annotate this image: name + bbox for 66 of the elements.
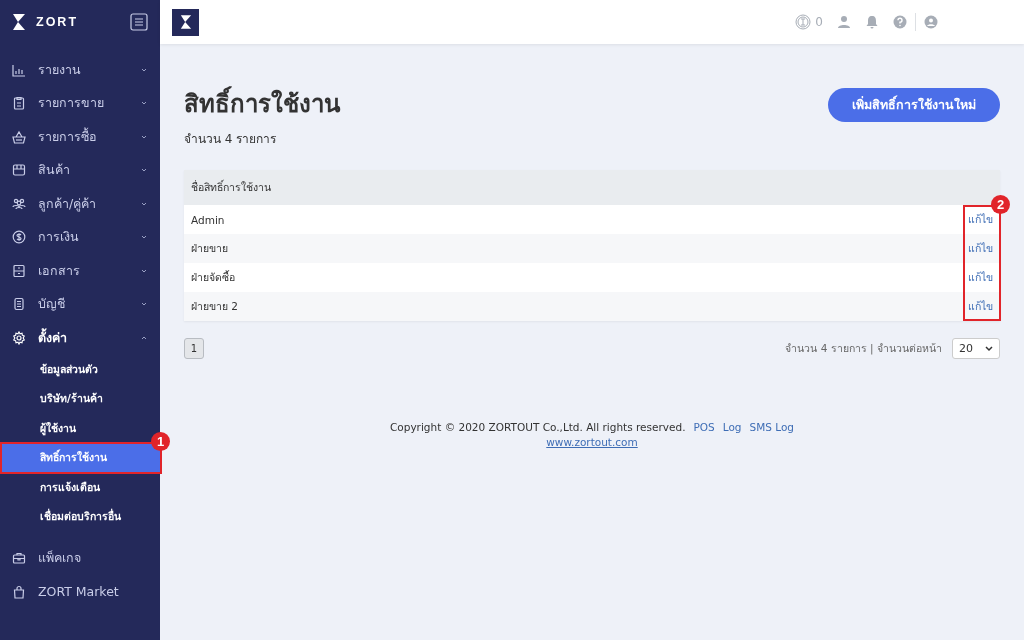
submenu-item[interactable]: บริษัท/ร้านค้า [0,384,160,414]
chevron-down-icon [140,133,148,140]
chevron-up-icon [140,334,148,341]
edit-link[interactable]: แก้ไข [968,240,993,257]
shopping-bag-icon [12,584,26,599]
add-permission-button[interactable]: เพิ่มสิทธิ์การใช้งานใหม่ [828,88,1000,122]
ledger-icon [12,297,26,312]
chevron-down-icon [140,100,148,107]
sidebar-item[interactable]: เอกสาร [0,254,160,288]
submenu-item[interactable]: การแจ้งเตือน [0,472,160,502]
chevron-down-icon [140,200,148,207]
people-icon [12,196,26,211]
footer-link[interactable]: SMS Log [749,421,794,433]
sidebar-item[interactable]: แพ็คเกจ [0,541,160,575]
chevron-down-icon [140,234,148,241]
sidebar-item[interactable]: รายงาน [0,53,160,87]
chevron-down-icon [140,267,148,274]
brand-name: ZORT [36,15,80,29]
sidebar-item[interactable]: บัญชี [0,287,160,321]
page-button[interactable]: 1 [184,338,204,359]
caret-icon [985,345,993,352]
logo-icon [12,13,26,31]
cabinet-icon [12,263,26,278]
table-cell-text: ฝ่ายขาย [191,241,229,256]
sidebar-item[interactable]: ZORT Market [0,575,160,609]
menu-icon[interactable] [130,13,148,31]
copyright-text: Copyright © 2020 ZORTOUT Co.,Ltd. All rights reserved. [390,421,686,433]
basket-icon [12,129,26,144]
chevron-down-icon [140,66,148,73]
edit-link[interactable]: แก้ไข [968,269,993,286]
coin-count: 0 [815,15,823,29]
bar-chart-icon [12,62,26,77]
per-page-select[interactable]: 20 [952,338,1000,359]
clipboard-icon [12,96,26,111]
coin-icon[interactable] [795,14,812,30]
pagination-summary: จำนวน 4 รายการ | จำนวนต่อหน้า [785,341,942,357]
table-cell-text: Admin [191,213,226,226]
footer-link[interactable]: Log [722,421,742,433]
sidebar-item[interactable]: ลูกค้า/คู่ค้า [0,187,160,221]
sidebar-item[interactable]: สินค้า [0,153,160,187]
chevron-down-icon [140,167,148,174]
table-cell-text: ฝ่ายขาย 2 [191,299,240,314]
chevron-down-icon [140,301,148,308]
help-icon[interactable] [893,15,907,29]
submenu-item[interactable]: ข้อมูลส่วนตัว [0,354,160,384]
briefcase-icon [12,551,26,566]
bell-icon[interactable] [865,15,879,29]
account-icon[interactable] [924,15,938,29]
submenu-item[interactable]: เชื่อมต่อบริการอื่น [0,502,160,532]
edit-link[interactable]: แก้ไข [968,298,993,315]
page-title: สิทธิ์การใช้งาน [184,84,340,123]
website-link[interactable]: www.zortout.com [546,436,638,448]
edit-link[interactable]: แก้ไข [968,211,993,228]
gear-icon [12,330,26,345]
footer-link[interactable]: POS [693,421,715,433]
sidebar-item[interactable]: ตั้งค่า [0,321,160,355]
logo-icon[interactable] [172,8,199,36]
column-header: ชื่อสิทธิ์การใช้งาน [191,179,271,195]
table-cell-text: ฝ่ายจัดซื้อ [191,269,236,285]
sidebar-item[interactable]: รายการซื้อ [0,120,160,154]
sidebar-item[interactable]: การเงิน [0,220,160,254]
user-icon[interactable] [837,15,851,29]
sidebar-item[interactable]: รายการขาย [0,86,160,120]
record-count: จำนวน 4 รายการ [184,131,278,148]
box-icon [12,163,26,178]
dollar-coin-icon [12,230,26,245]
